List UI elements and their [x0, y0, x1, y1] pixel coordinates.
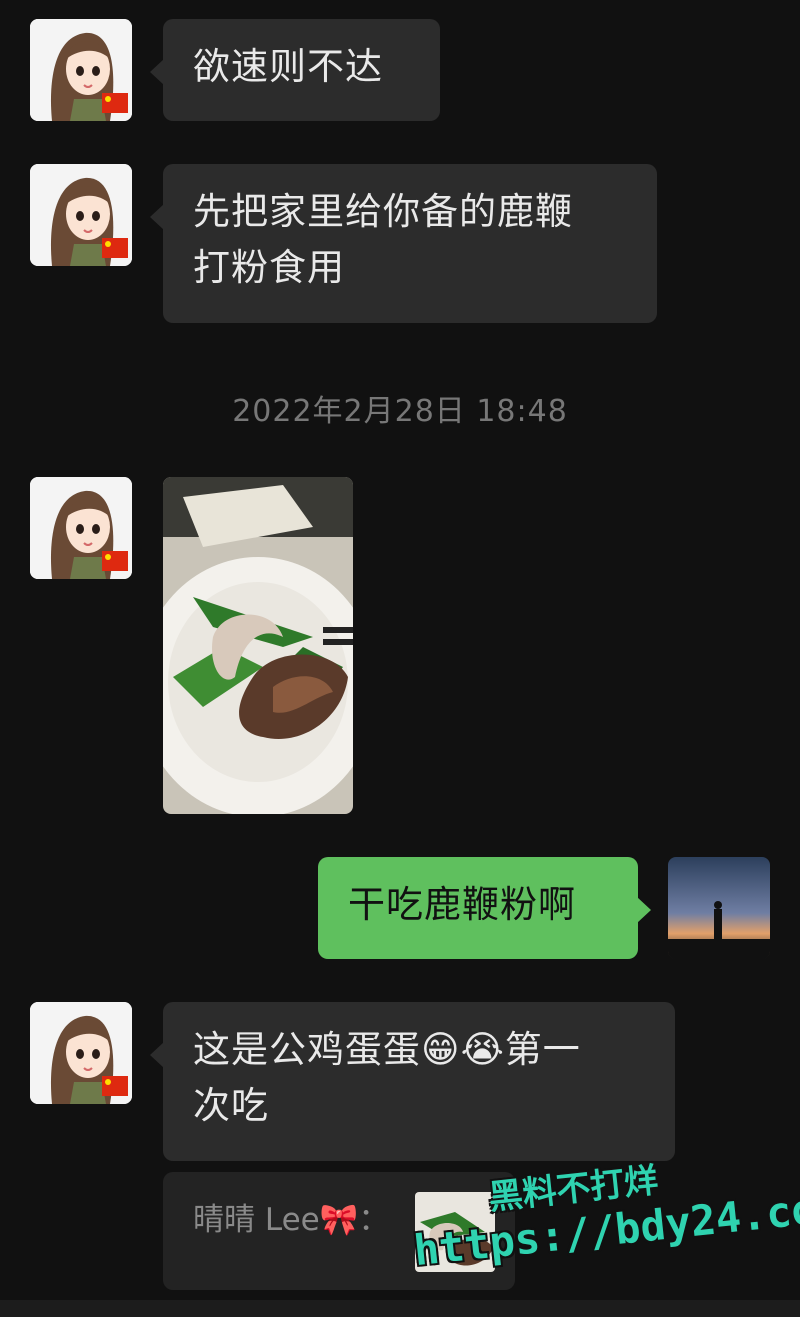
message-text-line: 这是公鸡蛋蛋😁😭第一 — [193, 1028, 581, 1071]
message-bubble-1[interactable]: 欲速则不达 — [150, 19, 440, 121]
message-bubble-2[interactable]: 先把家里给你备的鹿鞭 打粉食用 — [150, 164, 657, 323]
china-flag-icon — [102, 238, 128, 258]
message-text: 干吃鹿鞭粉啊 — [348, 883, 576, 926]
bottom-bar — [0, 1300, 800, 1317]
message-text-line: 次吃 — [193, 1084, 269, 1127]
image-message[interactable] — [163, 477, 353, 814]
sunset-silhouette-icon — [668, 857, 770, 959]
cartoon-girl-icon — [30, 19, 132, 121]
message-text-line: 打粉食用 — [193, 246, 345, 289]
my-avatar[interactable] — [668, 857, 770, 959]
message-bubble-5[interactable]: 这是公鸡蛋蛋😁😭第一 次吃 — [150, 1002, 675, 1161]
contact-avatar[interactable] — [30, 1002, 132, 1104]
cartoon-girl-icon — [30, 1002, 132, 1104]
food-photo-icon — [163, 477, 353, 814]
china-flag-icon — [102, 551, 128, 571]
my-message-bubble[interactable]: 干吃鹿鞭粉啊 — [318, 857, 651, 959]
message-text: 欲速则不达 — [193, 45, 383, 88]
quote-author: 晴晴 Lee🎀： — [193, 1202, 390, 1238]
contact-avatar[interactable] — [30, 164, 132, 266]
china-flag-icon — [102, 1076, 128, 1096]
cartoon-girl-icon — [30, 164, 132, 266]
china-flag-icon — [102, 93, 128, 113]
message-text-line: 先把家里给你备的鹿鞭 — [193, 190, 573, 233]
contact-avatar[interactable] — [30, 19, 132, 121]
contact-avatar[interactable] — [30, 477, 132, 579]
message-timestamp: 2022年2月28日 18:48 — [232, 394, 568, 429]
cartoon-girl-icon — [30, 477, 132, 579]
